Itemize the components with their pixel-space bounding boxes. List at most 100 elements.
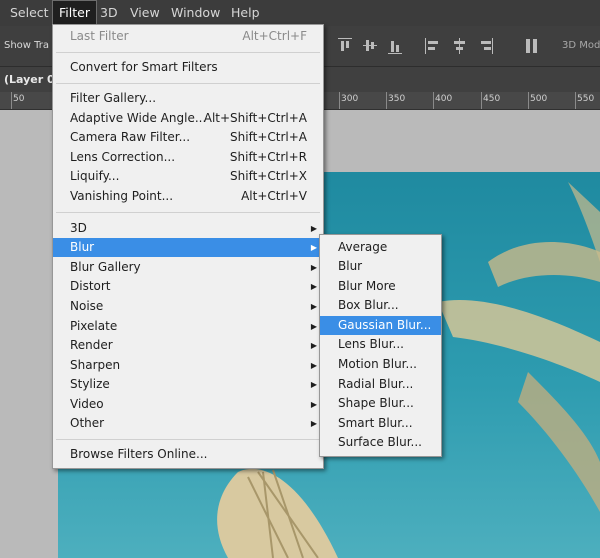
ruler-label: 50 xyxy=(13,94,25,104)
menu-item-video[interactable]: Video ▶ xyxy=(53,395,323,414)
menu-item-shortcut: Shift+Ctrl+R xyxy=(229,150,307,164)
menu-item-label: 3D xyxy=(70,221,87,235)
align-right-icon[interactable] xyxy=(479,38,493,54)
align-left-icon[interactable] xyxy=(425,38,439,54)
menu-bar: Select Filter 3D View Window Help xyxy=(0,0,600,26)
menu-item-label: Average xyxy=(338,240,388,254)
submenu-item-box-blur[interactable]: Box Blur... xyxy=(320,296,441,315)
submenu-arrow-icon: ▶ xyxy=(310,322,317,331)
menu-filter[interactable]: Filter xyxy=(52,0,97,26)
menu-item-liquify[interactable]: Liquify... Shift+Ctrl+X xyxy=(53,167,323,186)
menu-item-label: Gaussian Blur... xyxy=(338,318,432,332)
ruler-tick xyxy=(481,92,482,109)
menu-item-pixelate[interactable]: Pixelate ▶ xyxy=(53,317,323,336)
menu-item-stylize[interactable]: Stylize ▶ xyxy=(53,375,323,394)
3d-mode-label: 3D Mode xyxy=(562,40,600,51)
submenu-arrow-icon: ▶ xyxy=(310,263,317,272)
menu-item-vanishing-point[interactable]: Vanishing Point... Alt+Ctrl+V xyxy=(53,187,323,206)
menu-item-label: Render xyxy=(70,338,113,352)
submenu-arrow-icon: ▶ xyxy=(310,224,317,233)
submenu-item-surface-blur[interactable]: Surface Blur... xyxy=(320,433,441,452)
menu-item-label: Lens Correction... xyxy=(70,150,176,164)
menu-item-lens-correction[interactable]: Lens Correction... Shift+Ctrl+R xyxy=(53,148,323,167)
menu-item-label: Distort xyxy=(70,279,111,293)
menu-item-label: Camera Raw Filter... xyxy=(70,130,191,144)
ruler-tick xyxy=(528,92,529,109)
ruler-label: 300 xyxy=(341,94,359,104)
menu-item-filter-gallery[interactable]: Filter Gallery... xyxy=(53,89,323,108)
menu-item-convert-smart-filters[interactable]: Convert for Smart Filters xyxy=(53,58,323,77)
menu-item-shortcut: Alt+Ctrl+F xyxy=(242,29,307,43)
menu-item-label: Box Blur... xyxy=(338,298,399,312)
submenu-item-average[interactable]: Average xyxy=(320,238,441,257)
menu-item-label: Motion Blur... xyxy=(338,357,417,371)
menu-separator xyxy=(56,83,320,84)
menu-item-other[interactable]: Other ▶ xyxy=(53,414,323,433)
menu-item-blur-gallery[interactable]: Blur Gallery ▶ xyxy=(53,258,323,277)
menu-item-label: Browse Filters Online... xyxy=(70,447,208,461)
menu-item-label: Other xyxy=(70,416,105,430)
menu-item-label: Smart Blur... xyxy=(338,416,413,430)
menu-separator xyxy=(56,439,320,440)
submenu-item-blur[interactable]: Blur xyxy=(320,257,441,276)
blur-submenu: Average Blur Blur More Box Blur... Gauss… xyxy=(319,234,442,457)
align-top-icon[interactable] xyxy=(338,38,352,54)
menu-item-label: Pixelate xyxy=(70,319,118,333)
menu-item-shortcut: Alt+Shift+Ctrl+A xyxy=(203,111,307,125)
menu-item-shortcut: Shift+Ctrl+X xyxy=(230,169,307,183)
menu-item-label: Lens Blur... xyxy=(338,337,404,351)
submenu-item-gaussian-blur[interactable]: Gaussian Blur... xyxy=(320,316,441,335)
submenu-arrow-icon: ▶ xyxy=(310,419,317,428)
ruler-label: 400 xyxy=(435,94,453,104)
document-tab[interactable]: (Layer 0 xyxy=(0,67,55,92)
menu-item-label: Blur Gallery xyxy=(70,260,141,274)
ruler-tick xyxy=(575,92,576,109)
menu-3d[interactable]: 3D xyxy=(94,0,124,26)
menu-view[interactable]: View xyxy=(124,0,166,26)
menu-item-label: Surface Blur... xyxy=(338,435,422,449)
submenu-arrow-icon: ▶ xyxy=(310,400,317,409)
menu-item-last-filter[interactable]: Last Filter Alt+Ctrl+F xyxy=(53,27,323,46)
menu-item-sharpen[interactable]: Sharpen ▶ xyxy=(53,356,323,375)
submenu-arrow-icon: ▶ xyxy=(310,341,317,350)
menu-item-noise[interactable]: Noise ▶ xyxy=(53,297,323,316)
menu-item-label: Noise xyxy=(70,299,104,313)
align-bottom-icon[interactable] xyxy=(388,38,402,54)
submenu-arrow-icon: ▶ xyxy=(310,361,317,370)
menu-select[interactable]: Select xyxy=(4,0,55,26)
menu-item-label: Filter Gallery... xyxy=(70,91,157,105)
menu-item-blur[interactable]: Blur ▶ xyxy=(53,238,323,257)
menu-help[interactable]: Help xyxy=(225,0,266,26)
submenu-item-shape-blur[interactable]: Shape Blur... xyxy=(320,394,441,413)
menu-item-3d[interactable]: 3D ▶ xyxy=(53,219,323,238)
menu-item-browse-filters-online[interactable]: Browse Filters Online... xyxy=(53,445,323,464)
menu-item-label: Convert for Smart Filters xyxy=(70,60,218,74)
menu-item-label: Radial Blur... xyxy=(338,377,414,391)
menu-item-label: Vanishing Point... xyxy=(70,189,174,203)
ruler-tick xyxy=(386,92,387,109)
menu-item-label: Blur xyxy=(338,259,363,273)
show-transform-label[interactable]: Show Tra xyxy=(4,26,49,66)
submenu-item-smart-blur[interactable]: Smart Blur... xyxy=(320,414,441,433)
ruler-label: 350 xyxy=(388,94,406,104)
submenu-arrow-icon: ▶ xyxy=(310,243,317,252)
submenu-item-lens-blur[interactable]: Lens Blur... xyxy=(320,335,441,354)
submenu-item-motion-blur[interactable]: Motion Blur... xyxy=(320,355,441,374)
menu-item-label: Blur More xyxy=(338,279,396,293)
submenu-arrow-icon: ▶ xyxy=(310,282,317,291)
menu-item-distort[interactable]: Distort ▶ xyxy=(53,277,323,296)
submenu-item-radial-blur[interactable]: Radial Blur... xyxy=(320,375,441,394)
menu-item-shortcut: Shift+Ctrl+A xyxy=(230,130,307,144)
menu-item-camera-raw[interactable]: Camera Raw Filter... Shift+Ctrl+A xyxy=(53,128,323,147)
ruler-label: 500 xyxy=(530,94,548,104)
menu-item-adaptive-wide-angle[interactable]: Adaptive Wide Angle... Alt+Shift+Ctrl+A xyxy=(53,109,323,128)
menu-item-label: Stylize xyxy=(70,377,110,391)
menu-window[interactable]: Window xyxy=(165,0,226,26)
align-hcenter-icon[interactable] xyxy=(452,38,466,54)
align-vcenter-icon[interactable] xyxy=(363,38,377,54)
ruler-tick xyxy=(11,92,12,109)
distribute-icon[interactable] xyxy=(525,38,539,54)
submenu-item-blur-more[interactable]: Blur More xyxy=(320,277,441,296)
menu-item-render[interactable]: Render ▶ xyxy=(53,336,323,355)
menu-item-label: Last Filter xyxy=(70,29,129,43)
